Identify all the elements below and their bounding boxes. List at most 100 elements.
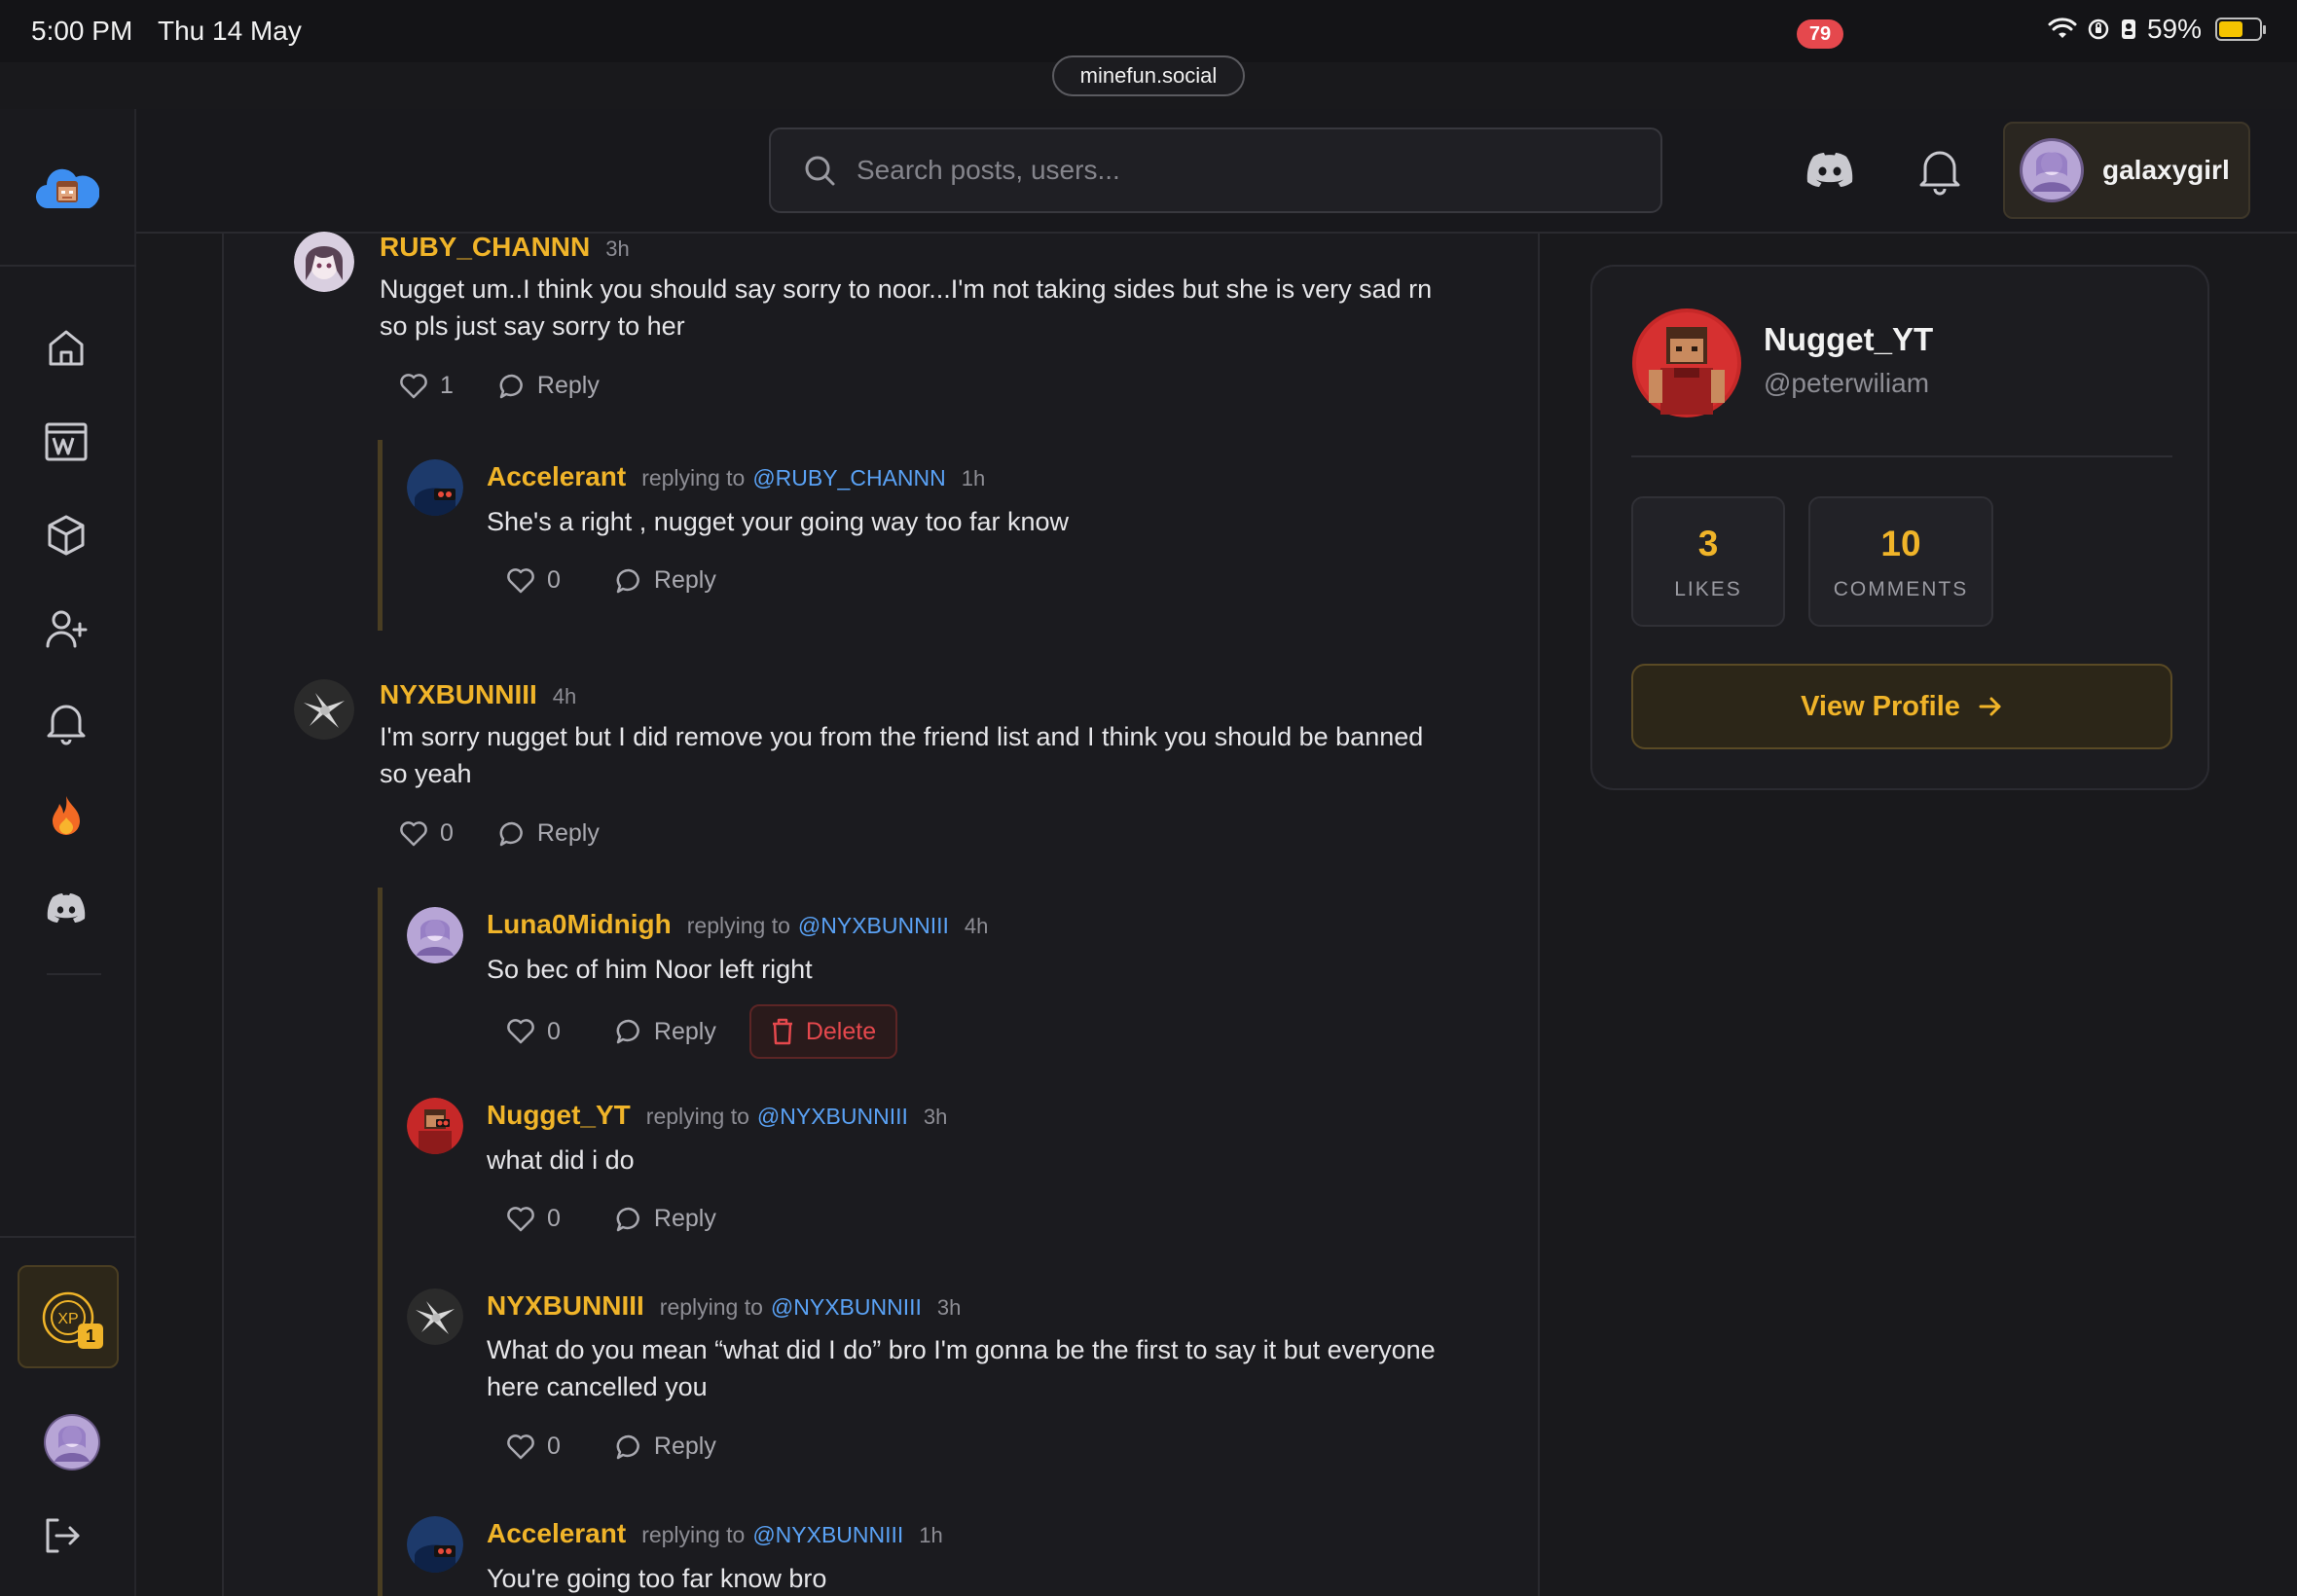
heart-icon bbox=[507, 1206, 534, 1231]
comment-text: I'm sorry nugget but I did remove you fr… bbox=[380, 718, 1423, 792]
comment-username[interactable]: Accelerant bbox=[487, 1518, 626, 1549]
delete-label: Delete bbox=[805, 1017, 877, 1045]
comment-avatar[interactable] bbox=[407, 1098, 463, 1154]
search-icon bbox=[805, 156, 835, 186]
comment-username[interactable]: NYXBUNNIII bbox=[487, 1290, 644, 1322]
comment-text-line: She's a right , nugget your going way to… bbox=[487, 507, 1070, 536]
reply-button[interactable]: Reply bbox=[615, 1205, 716, 1233]
profile-avatar[interactable] bbox=[1631, 308, 1742, 418]
comment-text: what did i do bbox=[487, 1142, 635, 1179]
mention-link[interactable]: @NYXBUNNIII bbox=[798, 913, 949, 939]
comment-text: She's a right , nugget your going way to… bbox=[487, 503, 1069, 540]
comment-avatar[interactable] bbox=[407, 459, 463, 516]
bell-icon[interactable] bbox=[43, 699, 90, 745]
like-count: 0 bbox=[547, 1205, 561, 1232]
discord-icon[interactable] bbox=[43, 886, 90, 932]
comment-time: 3h bbox=[936, 1295, 962, 1320]
comment-username[interactable]: Accelerant bbox=[487, 461, 626, 492]
home-icon[interactable] bbox=[43, 325, 90, 372]
comment-username[interactable]: Luna0Midnigh bbox=[487, 909, 672, 940]
reply-label: Reply bbox=[536, 372, 600, 399]
reply-bubble-icon bbox=[616, 568, 639, 593]
comment-username[interactable]: NYXBUNNIII bbox=[380, 679, 537, 710]
reply-button[interactable]: Reply bbox=[498, 372, 600, 400]
status-date: Thu 14 May bbox=[158, 16, 302, 46]
profile-handle: @peterwiliam bbox=[1764, 368, 1930, 398]
delete-button[interactable]: Delete bbox=[748, 1004, 898, 1059]
mention-link[interactable]: @NYXBUNNIII bbox=[757, 1104, 908, 1130]
notifications-bell-icon[interactable] bbox=[1914, 144, 1966, 197]
comment-time: 1h bbox=[961, 466, 986, 490]
search-input[interactable] bbox=[857, 155, 1635, 186]
notification-count-badge: 79 bbox=[1797, 19, 1843, 49]
reply-button[interactable]: Reply bbox=[615, 1433, 716, 1461]
profile-card: Nugget_YT @peterwiliam 3 LIKES 10 COMMEN… bbox=[1590, 265, 2209, 790]
battery-icon bbox=[2215, 18, 2266, 41]
reply-label: Reply bbox=[653, 1017, 716, 1045]
reply-bubble-icon bbox=[616, 1207, 639, 1231]
comment-text-line: So bec of him Noor left right bbox=[487, 955, 813, 984]
user-menu-button[interactable]: galaxygirl bbox=[2003, 122, 2250, 219]
likes-label: LIKES bbox=[1674, 578, 1742, 600]
top-bar bbox=[136, 109, 2297, 234]
comment-time: 3h bbox=[923, 1105, 948, 1129]
fire-icon[interactable] bbox=[43, 792, 90, 839]
reply-button[interactable]: Reply bbox=[615, 1018, 716, 1046]
xp-level-badge: 1 bbox=[78, 1324, 103, 1349]
thread-line bbox=[378, 888, 383, 1596]
focus-icon bbox=[2121, 19, 2135, 39]
search-box[interactable] bbox=[769, 127, 1662, 213]
like-button[interactable]: 0 bbox=[506, 1018, 561, 1046]
comments-label: COMMENTS bbox=[1833, 578, 1969, 600]
reply-label: Reply bbox=[653, 1433, 716, 1460]
comments-stat: 10 COMMENTS bbox=[1808, 496, 1993, 627]
replying-to-label: replying to bbox=[659, 1294, 763, 1320]
view-profile-button[interactable]: View Profile bbox=[1631, 664, 2172, 749]
comment-username[interactable]: RUBY_CHANNN bbox=[380, 232, 590, 263]
discord-icon[interactable] bbox=[1805, 152, 1855, 191]
like-count: 0 bbox=[547, 1433, 561, 1460]
mention-link[interactable]: @NYXBUNNIII bbox=[752, 1522, 903, 1548]
like-button[interactable]: 0 bbox=[506, 1433, 561, 1461]
cloud-logo-icon[interactable] bbox=[35, 162, 99, 216]
mention-link[interactable]: @RUBY_CHANNN bbox=[752, 465, 945, 491]
comment-text-line: What do you mean “what did I do” bro I'm… bbox=[487, 1335, 1436, 1364]
thread-line bbox=[378, 440, 383, 631]
mention-link[interactable]: @NYXBUNNIII bbox=[771, 1294, 922, 1321]
sidebar-avatar[interactable] bbox=[43, 1413, 101, 1471]
like-button[interactable]: 1 bbox=[399, 372, 454, 400]
like-count: 0 bbox=[547, 566, 561, 594]
wifi-icon bbox=[2048, 18, 2077, 38]
url-bar[interactable]: minefun.social bbox=[1052, 55, 1245, 96]
reply-bubble-icon bbox=[499, 374, 523, 398]
comment-time: 3h bbox=[605, 236, 630, 261]
comment-avatar[interactable] bbox=[407, 907, 463, 963]
comment-text-line: here cancelled you bbox=[487, 1372, 708, 1401]
cube-icon[interactable] bbox=[43, 512, 90, 559]
xp-level-button[interactable]: XP 1 bbox=[18, 1265, 119, 1368]
comment-avatar[interactable] bbox=[294, 232, 354, 292]
wiki-icon[interactable] bbox=[43, 418, 90, 465]
like-count: 0 bbox=[440, 819, 454, 847]
battery-percent: 59% bbox=[2146, 14, 2202, 44]
reply-label: Reply bbox=[536, 819, 600, 847]
reply-button[interactable]: Reply bbox=[498, 819, 600, 848]
replying-to-label: replying to bbox=[686, 913, 790, 938]
like-button[interactable]: 0 bbox=[399, 819, 454, 848]
like-button[interactable]: 0 bbox=[506, 1205, 561, 1233]
profile-name: Nugget_YT bbox=[1764, 321, 1934, 357]
arrow-right-icon bbox=[1979, 697, 2001, 716]
logout-icon[interactable] bbox=[41, 1514, 84, 1557]
comment-avatar[interactable] bbox=[407, 1288, 463, 1345]
comment-avatar[interactable] bbox=[407, 1516, 463, 1573]
status-indicators: 59% bbox=[2048, 14, 2266, 45]
add-friend-icon[interactable] bbox=[43, 605, 90, 652]
comment-username[interactable]: Nugget_YT bbox=[487, 1100, 631, 1131]
like-button[interactable]: 0 bbox=[506, 566, 561, 595]
replying-to-label: replying to bbox=[641, 465, 746, 490]
reply-button[interactable]: Reply bbox=[615, 566, 716, 595]
comment-text: You're going too far know bro bbox=[487, 1560, 826, 1596]
like-count: 1 bbox=[440, 372, 454, 399]
status-bar: 5:00 PM Thu 14 May 59% bbox=[0, 0, 2297, 62]
comment-avatar[interactable] bbox=[294, 679, 354, 740]
